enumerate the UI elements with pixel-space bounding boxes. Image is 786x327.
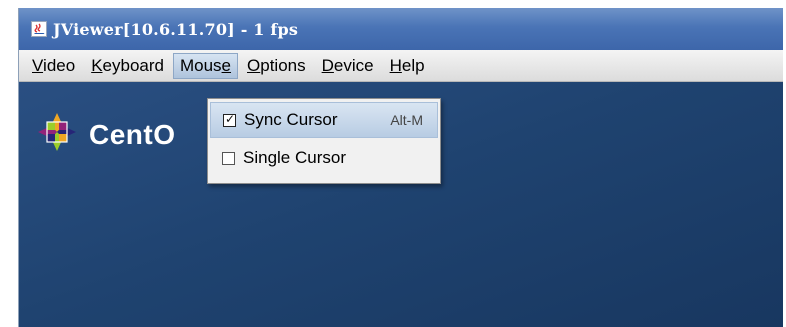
menu-help[interactable]: Help — [383, 53, 432, 79]
menu-keyboard-label: eyboard — [102, 55, 164, 75]
menu-item-single-cursor[interactable]: Single Cursor — [210, 141, 438, 175]
title-bar[interactable]: JViewer[10.6.11.70] - 1 fps — [19, 8, 783, 50]
checkbox-unchecked-icon[interactable] — [222, 151, 235, 165]
menu-mouse-mnemonic: e — [221, 55, 232, 75]
centos-logo-text: CentO — [89, 118, 176, 150]
single-cursor-label: Single Cursor — [243, 148, 346, 167]
menu-keyboard-mnemonic: K — [91, 55, 103, 75]
menu-options[interactable]: Options — [240, 53, 313, 79]
window-title: JViewer[10.6.11.70] - 1 fps — [53, 19, 299, 39]
jviewer-window: JViewer[10.6.11.70] - 1 fps Video Keyboa… — [18, 8, 783, 327]
menu-item-sync-cursor[interactable]: ✓ Sync Cursor Alt-M — [210, 102, 438, 138]
menu-mouse-label: Mous — [179, 55, 222, 75]
centos-logo-icon — [37, 112, 77, 157]
mouse-menu-dropdown: ✓ Sync Cursor Alt-M Single Cursor — [207, 98, 441, 184]
sync-cursor-label: Sync Cursor — [244, 110, 338, 129]
menu-options-mnemonic: O — [247, 55, 261, 75]
menu-keyboard[interactable]: Keyboard — [84, 53, 171, 79]
checkbox-checked-icon[interactable]: ✓ — [223, 112, 236, 127]
menu-device[interactable]: Device — [315, 53, 381, 79]
java-app-icon — [31, 21, 47, 37]
menu-device-mnemonic: D — [321, 55, 334, 75]
menu-video[interactable]: Video — [25, 53, 82, 79]
menu-options-label: ptions — [260, 55, 306, 75]
menu-video-label: ideo — [43, 55, 76, 75]
menu-device-label: evice — [333, 55, 374, 75]
menu-bar: Video Keyboard Mouse Options Device Help — [19, 50, 783, 82]
menu-mouse[interactable]: Mouse — [172, 52, 239, 79]
menu-help-label: elp — [401, 55, 425, 75]
menu-video-mnemonic: V — [32, 55, 44, 75]
centos-logo: CentO — [37, 112, 176, 157]
menu-help-mnemonic: H — [389, 55, 402, 75]
sync-cursor-shortcut: Alt-M — [390, 112, 423, 128]
